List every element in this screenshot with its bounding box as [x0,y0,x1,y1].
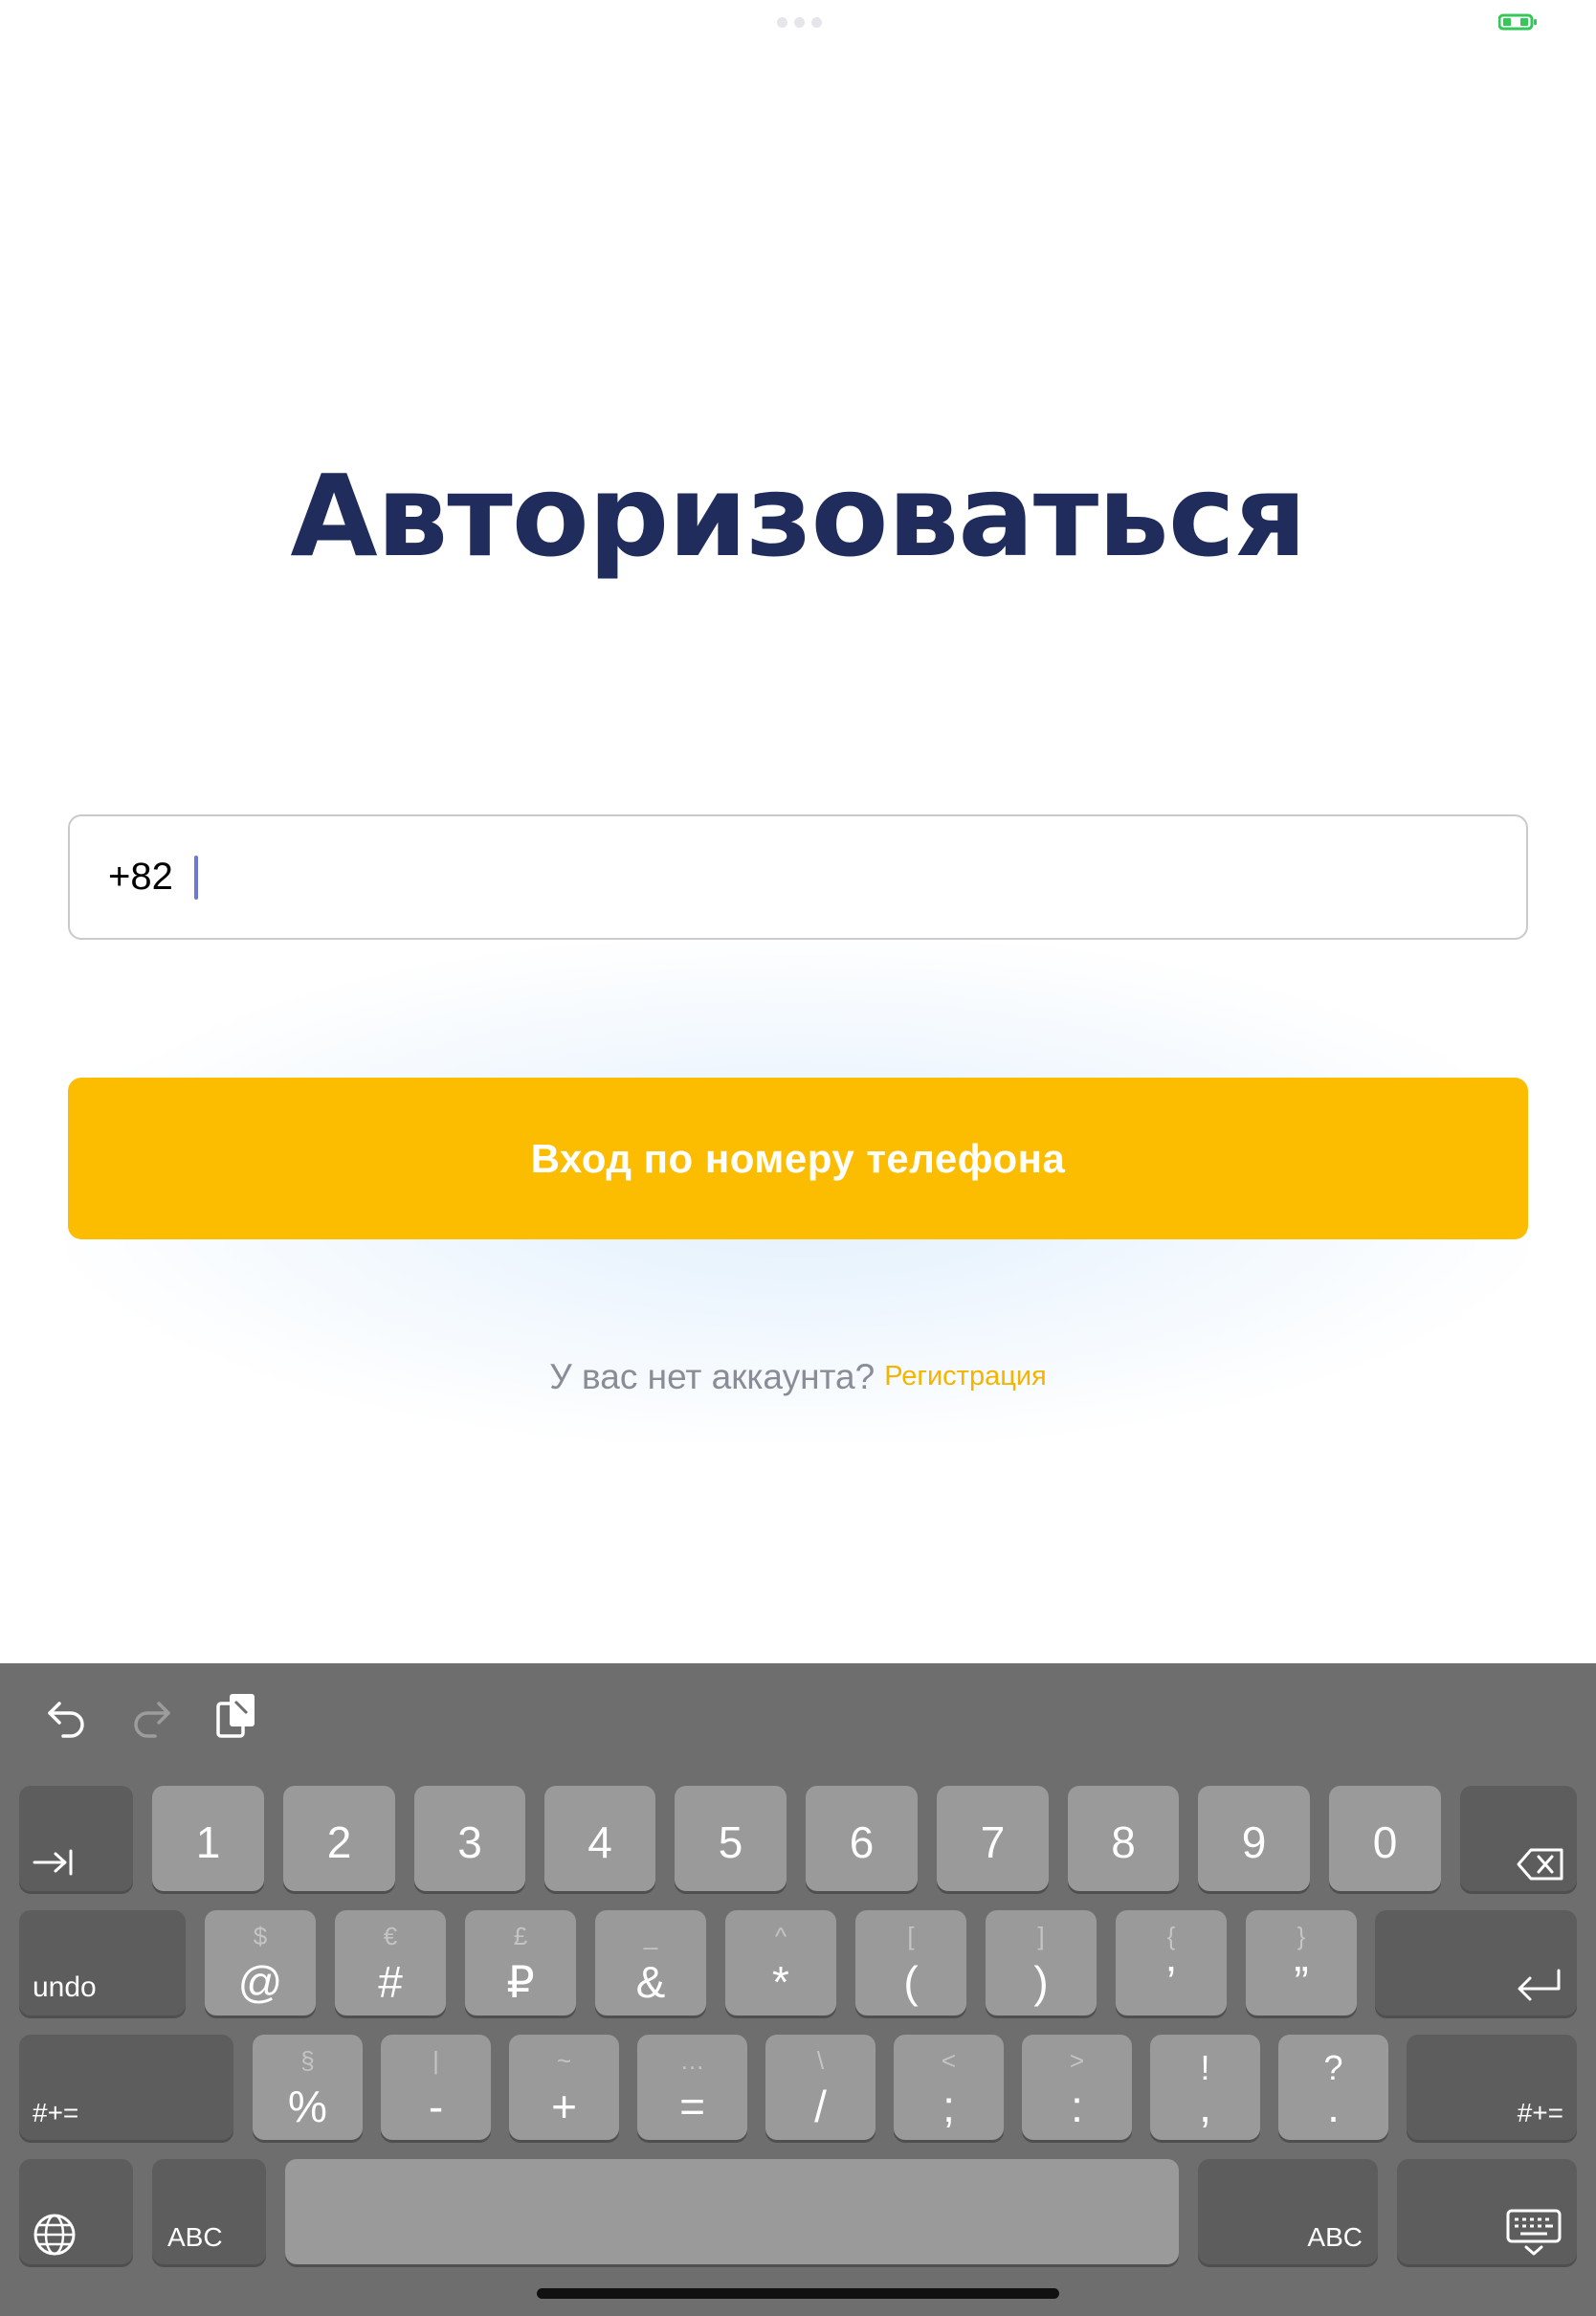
key-ruble[interactable]: £ ₽ [465,1910,576,2015]
more-symbols-label-left: #+= [33,2098,79,2127]
more-symbols-key-left[interactable]: #+= [19,2035,233,2140]
key-8[interactable]: 8 [1068,1786,1179,1891]
key-semicolon[interactable]: <; [894,2035,1004,2140]
key-minus[interactable]: | - [381,2035,491,2140]
more-symbols-label-right: #+= [1517,2098,1563,2127]
key-6[interactable]: 6 [806,1786,918,1891]
abc-key-left[interactable]: ABC [152,2159,266,2264]
key-2[interactable]: 2 [283,1786,395,1891]
undo-icon[interactable] [42,1694,90,1742]
more-symbols-key-right[interactable]: #+= [1407,2035,1577,2140]
text-caret [193,855,198,900]
key-apostrophe[interactable]: {’ [1116,1910,1227,2015]
key-3[interactable]: 3 [414,1786,525,1891]
phone-input-value: +82 [108,856,173,898]
tab-key[interactable] [19,1786,133,1891]
key-5[interactable]: 5 [675,1786,787,1891]
undo-key-label: undo [33,1971,97,2003]
key-at[interactable]: $ @ [205,1910,316,2015]
key-period[interactable]: ?. [1278,2035,1388,2140]
key-colon[interactable]: >: [1022,2035,1132,2140]
hide-keyboard-key[interactable] [1397,2159,1577,2264]
return-key[interactable] [1375,1910,1577,2015]
on-screen-keyboard: 1 2 3 4 5 6 7 8 9 0 undo $ @ € # £ ₽ _ & ^ * … [0,1663,1596,2316]
key-comma[interactable]: !, [1150,2035,1260,2140]
backspace-icon [1517,1848,1563,1881]
page-title: Авторизоваться [290,450,1306,582]
abc-key-right-label: ABC [1307,2222,1363,2252]
undo-key[interactable]: undo [19,1910,186,2015]
key-9[interactable]: 9 [1198,1786,1310,1891]
key-percent[interactable]: §% [253,2035,363,2140]
multitasking-dots[interactable] [777,17,822,28]
key-close-paren[interactable]: ]) [986,1910,1097,2015]
battery-icon [1498,13,1537,31]
key-open-paren[interactable]: [( [855,1910,966,2015]
no-account-text: У вас нет аккаунта? [549,1357,876,1396]
globe-icon [33,2214,76,2256]
key-asterisk[interactable]: ^ * [725,1910,836,2015]
clipboard-icon[interactable] [214,1690,262,1744]
key-quote[interactable]: }” [1246,1910,1357,2015]
key-hash[interactable]: € # [335,1910,446,2015]
key-1[interactable]: 1 [152,1786,264,1891]
redo-icon[interactable] [128,1694,176,1742]
key-7[interactable]: 7 [937,1786,1049,1891]
space-key[interactable] [285,2159,1179,2264]
backspace-key[interactable] [1460,1786,1577,1891]
tab-icon [33,1849,73,1876]
key-plus[interactable]: ~ + [509,2035,619,2140]
phone-login-button[interactable]: Вход по номеру телефона [68,1078,1528,1239]
phone-input[interactable]: +82 [68,814,1528,940]
abc-key-left-label: ABC [167,2222,223,2252]
globe-key[interactable] [19,2159,133,2264]
register-link[interactable]: Регистрация [884,1361,1047,1392]
return-icon [1518,1969,1561,2001]
key-ampersand[interactable]: _ & [595,1910,706,2015]
key-4[interactable]: 4 [544,1786,655,1891]
home-indicator[interactable] [537,2288,1059,2299]
abc-key-right[interactable]: ABC [1198,2159,1378,2264]
phone-login-button-label: Вход по номеру телефона [530,1135,1066,1181]
key-0[interactable]: 0 [1329,1786,1441,1891]
register-line: У вас нет аккаунта? Регистрация [0,1357,1596,1397]
key-slash[interactable]: \ / [765,2035,876,2140]
key-equals[interactable]: … = [637,2035,747,2140]
keyboard-hide-icon [1506,2209,1562,2256]
